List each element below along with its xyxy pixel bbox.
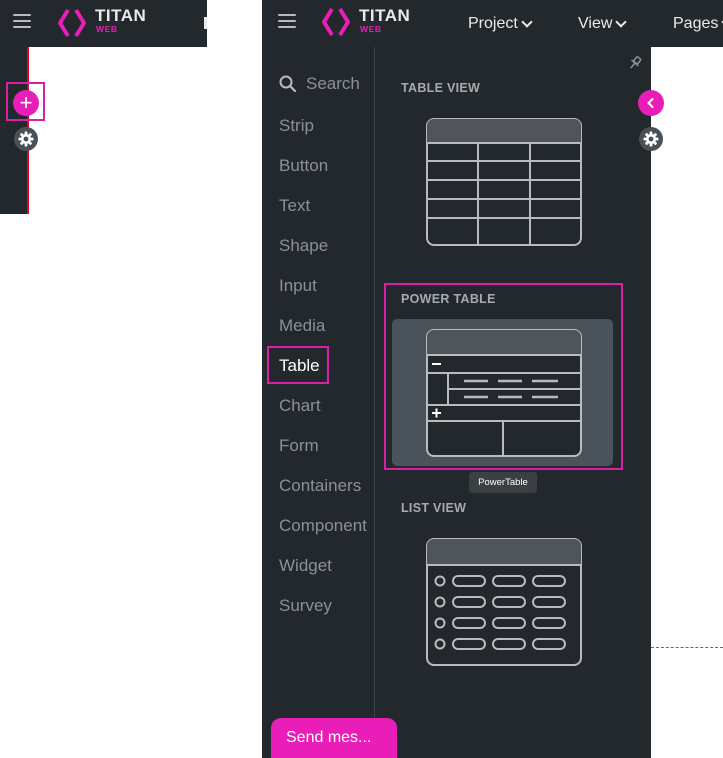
- search-field[interactable]: Search: [279, 74, 360, 94]
- sidebar-item-shape[interactable]: Shape: [279, 236, 328, 256]
- power-table-icon: [426, 329, 582, 457]
- menu-project-label: Project: [468, 14, 518, 32]
- brand-sub: WEB: [96, 24, 118, 34]
- sidebar-item-strip[interactable]: Strip: [279, 116, 314, 136]
- pin-icon[interactable]: [627, 55, 643, 76]
- sidebar-item-component[interactable]: Component: [279, 516, 367, 536]
- menu-view[interactable]: View: [578, 0, 628, 47]
- chevron-down-icon: [615, 15, 628, 28]
- search-placeholder: Search: [306, 74, 360, 93]
- list-view-icon: [426, 538, 582, 666]
- titan-logo-icon: [57, 8, 87, 43]
- table-view-icon: [426, 118, 582, 246]
- section-title-list-view: LIST VIEW: [401, 501, 467, 515]
- brand-name: TITAN: [95, 6, 147, 25]
- section-title-power-table: POWER TABLE: [401, 292, 496, 306]
- search-icon: [279, 75, 297, 93]
- menu-pages-label: Pages: [673, 14, 719, 32]
- main-hamburger-menu-icon[interactable]: [278, 14, 296, 28]
- menu-project[interactable]: Project: [468, 0, 533, 47]
- sidebar-item-form[interactable]: Form: [279, 436, 319, 456]
- main-brand-name: TITAN: [359, 6, 411, 25]
- sidebar-item-button[interactable]: Button: [279, 156, 328, 176]
- sidebar-item-media[interactable]: Media: [279, 316, 325, 336]
- send-message-button[interactable]: Send mes...: [271, 718, 397, 758]
- chevron-down-icon: [521, 15, 533, 28]
- sidebar-item-survey[interactable]: Survey: [279, 596, 332, 616]
- power-table-card[interactable]: [392, 319, 613, 466]
- hamburger-menu-icon[interactable]: [13, 14, 31, 28]
- sidebar-item-text[interactable]: Text: [279, 196, 310, 216]
- settings-gear-icon[interactable]: [14, 127, 38, 151]
- main-brand-sub: WEB: [360, 24, 382, 34]
- canvas-guide-line: [651, 647, 723, 648]
- sidebar-item-containers[interactable]: Containers: [279, 476, 361, 496]
- section-title-table-view: TABLE VIEW: [401, 81, 481, 95]
- sidebar-item-widget[interactable]: Widget: [279, 556, 332, 576]
- table-item-highlight: [267, 346, 329, 384]
- sidebar-item-input[interactable]: Input: [279, 276, 317, 296]
- add-button-highlight: [6, 82, 45, 121]
- main-titan-logo-icon: [321, 7, 351, 42]
- collapse-panel-button[interactable]: [638, 90, 664, 116]
- chevron-left-icon: [647, 98, 654, 108]
- canvas-settings-gear-icon[interactable]: [639, 127, 663, 151]
- menu-view-label: View: [578, 14, 613, 32]
- header-menu-fragment: [204, 17, 207, 29]
- table-view-card[interactable]: [392, 108, 613, 255]
- menu-pages[interactable]: Pages: [673, 0, 723, 47]
- power-table-tooltip: PowerTable: [469, 472, 537, 493]
- list-view-card[interactable]: [392, 528, 613, 675]
- sidebar-item-chart[interactable]: Chart: [279, 396, 321, 416]
